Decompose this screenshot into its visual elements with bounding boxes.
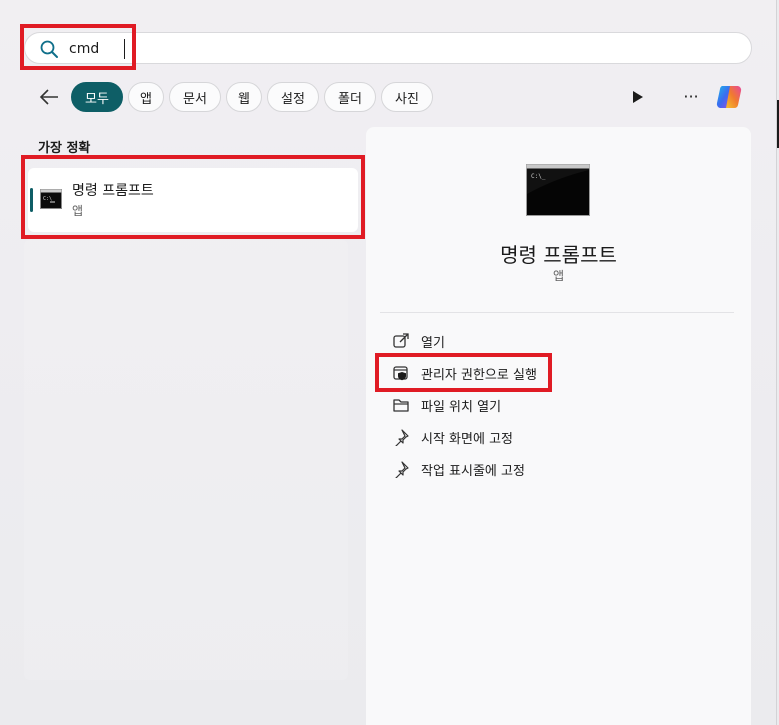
detail-type: 앱 [552,269,565,283]
search-box[interactable] [24,32,752,64]
open-external-icon [393,333,409,348]
filter-folders[interactable]: 폴더 [324,82,376,112]
action-label: 열기 [421,335,445,351]
filter-web[interactable]: 웹 [226,82,262,112]
filter-all[interactable]: 모두 [71,82,123,112]
selection-indicator [30,188,33,212]
svg-text:C:\_: C:\_ [531,173,546,180]
back-button[interactable] [36,85,62,109]
arrow-left-icon [39,89,58,105]
best-match-heading: 가장 정확 [38,141,91,156]
filter-documents[interactable]: 문서 [169,82,221,112]
folder-icon [393,399,409,412]
action-label: 파일 위치 열기 [421,399,502,415]
svg-text:C:\: C:\ [43,196,52,202]
terminal-icon: C:\ [40,189,62,209]
text-caret [124,39,125,59]
action-label: 시작 화면에 고정 [421,431,513,447]
start-search-panel: 모두 앱 문서 웹 설정 폴더 사진 ··· 가장 정확 C:\ 명령 프롬프트… [0,0,777,725]
pin-icon [395,429,409,446]
more-button[interactable]: ··· [680,88,702,106]
detail-panel: C:\_ 명령 프롬프트 앱 열기 관리자 권한으로 실행 파일 위치 열기 시… [366,127,751,725]
action-label: 관리자 권한으로 실행 [421,367,537,383]
action-pin-to-start[interactable]: 시작 화면에 고정 [380,422,734,452]
search-icon [40,40,58,58]
action-pin-to-taskbar[interactable]: 작업 표시줄에 고정 [380,454,734,484]
filter-apps[interactable]: 앱 [128,82,164,112]
search-input[interactable] [69,38,709,60]
divider [380,312,734,313]
detail-title: 명령 프롬프트 [500,243,617,267]
result-title: 명령 프롬프트 [72,183,154,199]
shield-icon [393,366,408,381]
best-match-result[interactable]: C:\ 명령 프롬프트 앱 [28,168,358,232]
action-label: 작업 표시줄에 고정 [421,463,525,479]
results-area [24,240,348,680]
action-open-file-location[interactable]: 파일 위치 열기 [380,390,734,420]
play-icon[interactable] [628,88,646,106]
action-open[interactable]: 열기 [380,326,734,356]
filter-photos[interactable]: 사진 [381,82,433,112]
filter-settings[interactable]: 설정 [267,82,319,112]
result-type: 앱 [72,204,84,218]
pin-icon [395,461,409,478]
copilot-icon[interactable] [714,80,748,114]
terminal-icon: C:\_ [526,164,590,216]
action-run-as-admin[interactable]: 관리자 권한으로 실행 [380,358,734,388]
